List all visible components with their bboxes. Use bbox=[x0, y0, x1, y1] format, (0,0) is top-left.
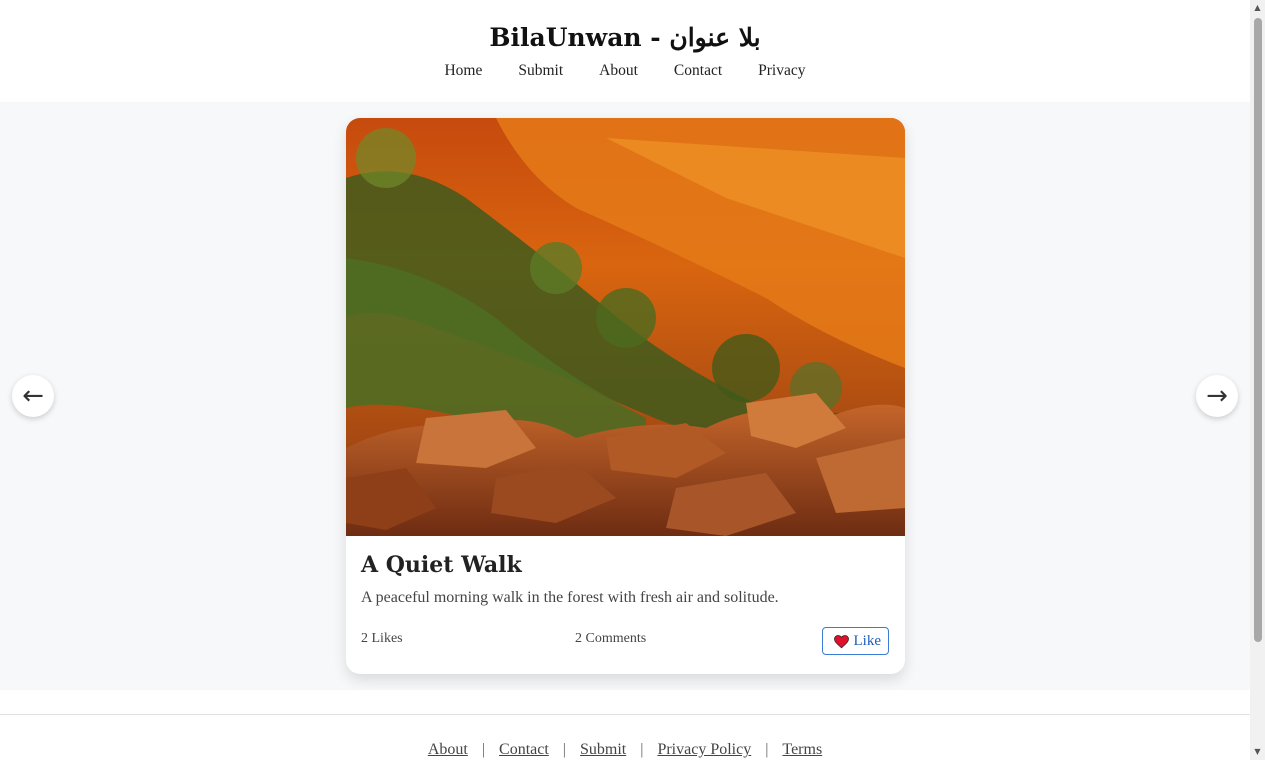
footer-links: About | Contact | Submit | Privacy Polic… bbox=[0, 741, 1250, 759]
post-card: A Quiet Walk A peaceful morning walk in … bbox=[346, 118, 905, 674]
scrollbar-thumb[interactable] bbox=[1254, 18, 1262, 642]
footer-separator: | bbox=[640, 741, 644, 758]
page: BilaUnwan - بلا عنوان Home Submit About … bbox=[0, 0, 1250, 760]
nav-contact[interactable]: Contact bbox=[674, 62, 722, 80]
nav-submit[interactable]: Submit bbox=[518, 62, 563, 80]
post-footer: 2 Likes 2 Comments Like bbox=[361, 627, 889, 659]
footer-link-submit[interactable]: Submit bbox=[580, 741, 626, 759]
post-image[interactable] bbox=[346, 118, 905, 536]
site-title[interactable]: BilaUnwan - بلا عنوان bbox=[0, 0, 1250, 54]
scroll-up-icon[interactable]: ▲ bbox=[1250, 0, 1265, 16]
main-nav: Home Submit About Contact Privacy bbox=[0, 62, 1250, 80]
footer-link-terms[interactable]: Terms bbox=[782, 741, 822, 759]
nav-home[interactable]: Home bbox=[444, 62, 482, 80]
arrow-left-icon: ← bbox=[22, 381, 44, 411]
like-label: Like bbox=[853, 632, 882, 649]
like-button[interactable]: Like bbox=[821, 627, 889, 655]
site-footer: About | Contact | Submit | Privacy Polic… bbox=[0, 714, 1250, 760]
nav-privacy[interactable]: Privacy bbox=[758, 62, 805, 80]
comments-link[interactable]: 2 Comments bbox=[575, 631, 646, 647]
next-arrow-button[interactable]: → bbox=[1196, 375, 1238, 417]
site-header: BilaUnwan - بلا عنوان Home Submit About … bbox=[0, 0, 1250, 102]
footer-link-privacy-policy[interactable]: Privacy Policy bbox=[657, 741, 751, 759]
nav-about[interactable]: About bbox=[599, 62, 638, 80]
arrow-right-icon: → bbox=[1206, 381, 1228, 411]
main-content: ← A Quiet Walk A peaceful morning walk i… bbox=[0, 102, 1250, 690]
footer-link-contact[interactable]: Contact bbox=[499, 741, 549, 759]
footer-separator: | bbox=[765, 741, 769, 758]
footer-link-about[interactable]: About bbox=[428, 741, 468, 759]
post-body: A Quiet Walk A peaceful morning walk in … bbox=[346, 536, 905, 607]
heart-icon bbox=[833, 634, 849, 648]
prev-arrow-button[interactable]: ← bbox=[12, 375, 54, 417]
scroll-down-icon[interactable]: ▼ bbox=[1250, 744, 1265, 760]
footer-separator: | bbox=[562, 741, 566, 758]
footer-separator: | bbox=[481, 741, 486, 758]
post-description: A peaceful morning walk in the forest wi… bbox=[361, 589, 779, 606]
vertical-scrollbar[interactable]: ▲ ▼ bbox=[1250, 0, 1265, 760]
likes-count: 2 Likes bbox=[361, 631, 403, 646]
post-title[interactable]: A Quiet Walk bbox=[361, 550, 889, 580]
